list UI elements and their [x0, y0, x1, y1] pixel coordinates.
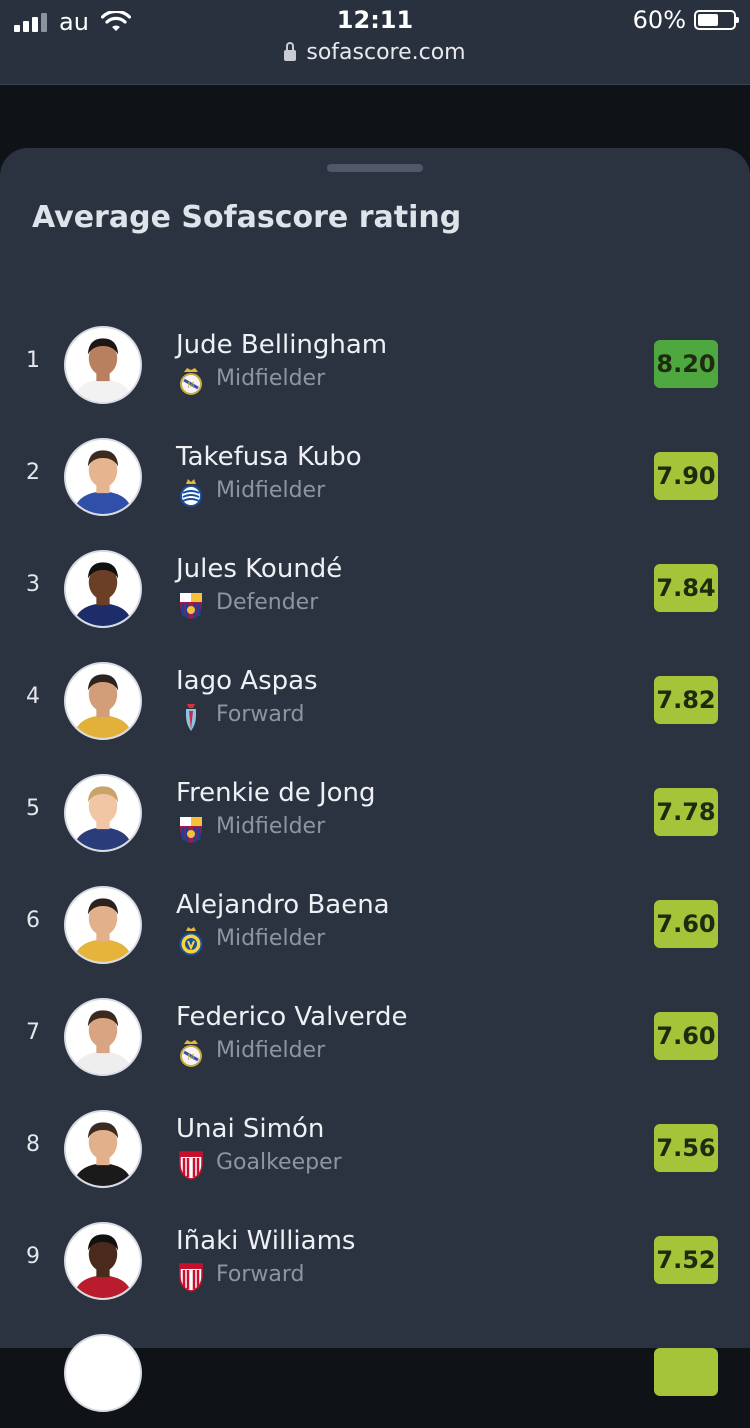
rank-number: 7: [26, 1020, 40, 1045]
url-text[interactable]: sofascore.com: [306, 40, 465, 65]
status-bar: au 12:11 sofascore.com 60%: [0, 0, 750, 85]
player-name[interactable]: Alejandro Baena: [176, 890, 390, 920]
address-bar[interactable]: sofascore.com: [0, 40, 750, 65]
barcelona-crest-icon: [178, 814, 204, 844]
rating-badge: 7.56: [654, 1124, 718, 1172]
real-madrid-crest-icon: M: [178, 1038, 204, 1068]
player-avatar[interactable]: [64, 774, 142, 852]
player-name[interactable]: Iago Aspas: [176, 666, 318, 696]
player-position: Midfielder: [216, 1038, 326, 1063]
player-avatar[interactable]: [64, 438, 142, 516]
player-avatar[interactable]: [64, 886, 142, 964]
player-name[interactable]: Jude Bellingham: [176, 330, 387, 360]
player-row[interactable]: 8 Unai Simón Goalkeeper 7.56: [0, 1092, 750, 1204]
player-row[interactable]: 1 Jude Bellingham M Midfielder 8.20: [0, 308, 750, 420]
player-name[interactable]: Federico Valverde: [176, 1002, 407, 1032]
player-row[interactable]: [0, 1316, 750, 1428]
player-row[interactable]: 6 Alejandro Baena Midfielder 7.60: [0, 868, 750, 980]
rank-number: 1: [26, 348, 40, 373]
player-row[interactable]: 5 Frenkie de Jong Midfielder 7.78: [0, 756, 750, 868]
athletic-club-crest-icon: [178, 1150, 204, 1180]
player-avatar[interactable]: [64, 1222, 142, 1300]
player-position: Forward: [216, 1262, 305, 1287]
svg-text:M: M: [188, 1053, 195, 1062]
player-position: Midfielder: [216, 814, 326, 839]
sheet-title: Average Sofascore rating: [32, 200, 462, 235]
player-position: Forward: [216, 702, 305, 727]
rating-badge: 7.60: [654, 1012, 718, 1060]
rank-number: 8: [26, 1132, 40, 1157]
status-right: 60%: [632, 6, 739, 34]
svg-text:M: M: [188, 381, 195, 390]
player-position: Defender: [216, 590, 319, 615]
athletic-club-crest-icon: [178, 1262, 204, 1292]
player-avatar[interactable]: [64, 550, 142, 628]
rank-number: 4: [26, 684, 40, 709]
rating-badge: 7.84: [654, 564, 718, 612]
player-avatar[interactable]: [64, 662, 142, 740]
battery-fill: [698, 14, 719, 26]
player-avatar[interactable]: [64, 1334, 142, 1412]
rating-badge: 8.20: [654, 340, 718, 388]
player-position: Midfielder: [216, 478, 326, 503]
rating-badge: 7.78: [654, 788, 718, 836]
player-position: Midfielder: [216, 366, 326, 391]
real-madrid-crest-icon: M: [178, 366, 204, 396]
battery-icon: [694, 10, 739, 30]
player-row[interactable]: 4 Iago Aspas Forward 7.82: [0, 644, 750, 756]
player-position: Goalkeeper: [216, 1150, 342, 1175]
villarreal-crest-icon: [178, 926, 204, 956]
rank-number: 9: [26, 1244, 40, 1269]
rating-badge: 7.82: [654, 676, 718, 724]
player-row[interactable]: 7 Federico Valverde M Midfielder 7.60: [0, 980, 750, 1092]
player-position: Midfielder: [216, 926, 326, 951]
player-avatar[interactable]: [64, 998, 142, 1076]
rating-badge: 7.60: [654, 900, 718, 948]
barcelona-crest-icon: [178, 590, 204, 620]
player-row[interactable]: 2 Takefusa Kubo Midfielder 7.90: [0, 420, 750, 532]
bottom-sheet: Average Sofascore rating 1 Jude Bellingha…: [0, 148, 750, 1412]
rank-number: 5: [26, 796, 40, 821]
player-name[interactable]: Takefusa Kubo: [176, 442, 362, 472]
rating-badge: 7.90: [654, 452, 718, 500]
rank-number: 2: [26, 460, 40, 485]
player-name[interactable]: Iñaki Williams: [176, 1226, 355, 1256]
rank-number: 3: [26, 572, 40, 597]
player-row[interactable]: 3 Jules Koundé Defender 7.84: [0, 532, 750, 644]
real-sociedad-crest-icon: [178, 478, 204, 508]
player-avatar[interactable]: [64, 1110, 142, 1188]
rank-number: 6: [26, 908, 40, 933]
player-name[interactable]: Jules Koundé: [176, 554, 342, 584]
sheet-drag-handle[interactable]: [327, 164, 423, 172]
player-avatar[interactable]: [64, 326, 142, 404]
battery-percent: 60%: [632, 6, 686, 34]
player-name[interactable]: Frenkie de Jong: [176, 778, 376, 808]
rating-badge: [654, 1348, 718, 1396]
celta-crest-icon: [178, 702, 204, 732]
lock-icon: [284, 42, 297, 61]
player-name[interactable]: Unai Simón: [176, 1114, 324, 1144]
player-row[interactable]: 9 Iñaki Williams Forward 7.52: [0, 1204, 750, 1316]
rating-badge: 7.52: [654, 1236, 718, 1284]
